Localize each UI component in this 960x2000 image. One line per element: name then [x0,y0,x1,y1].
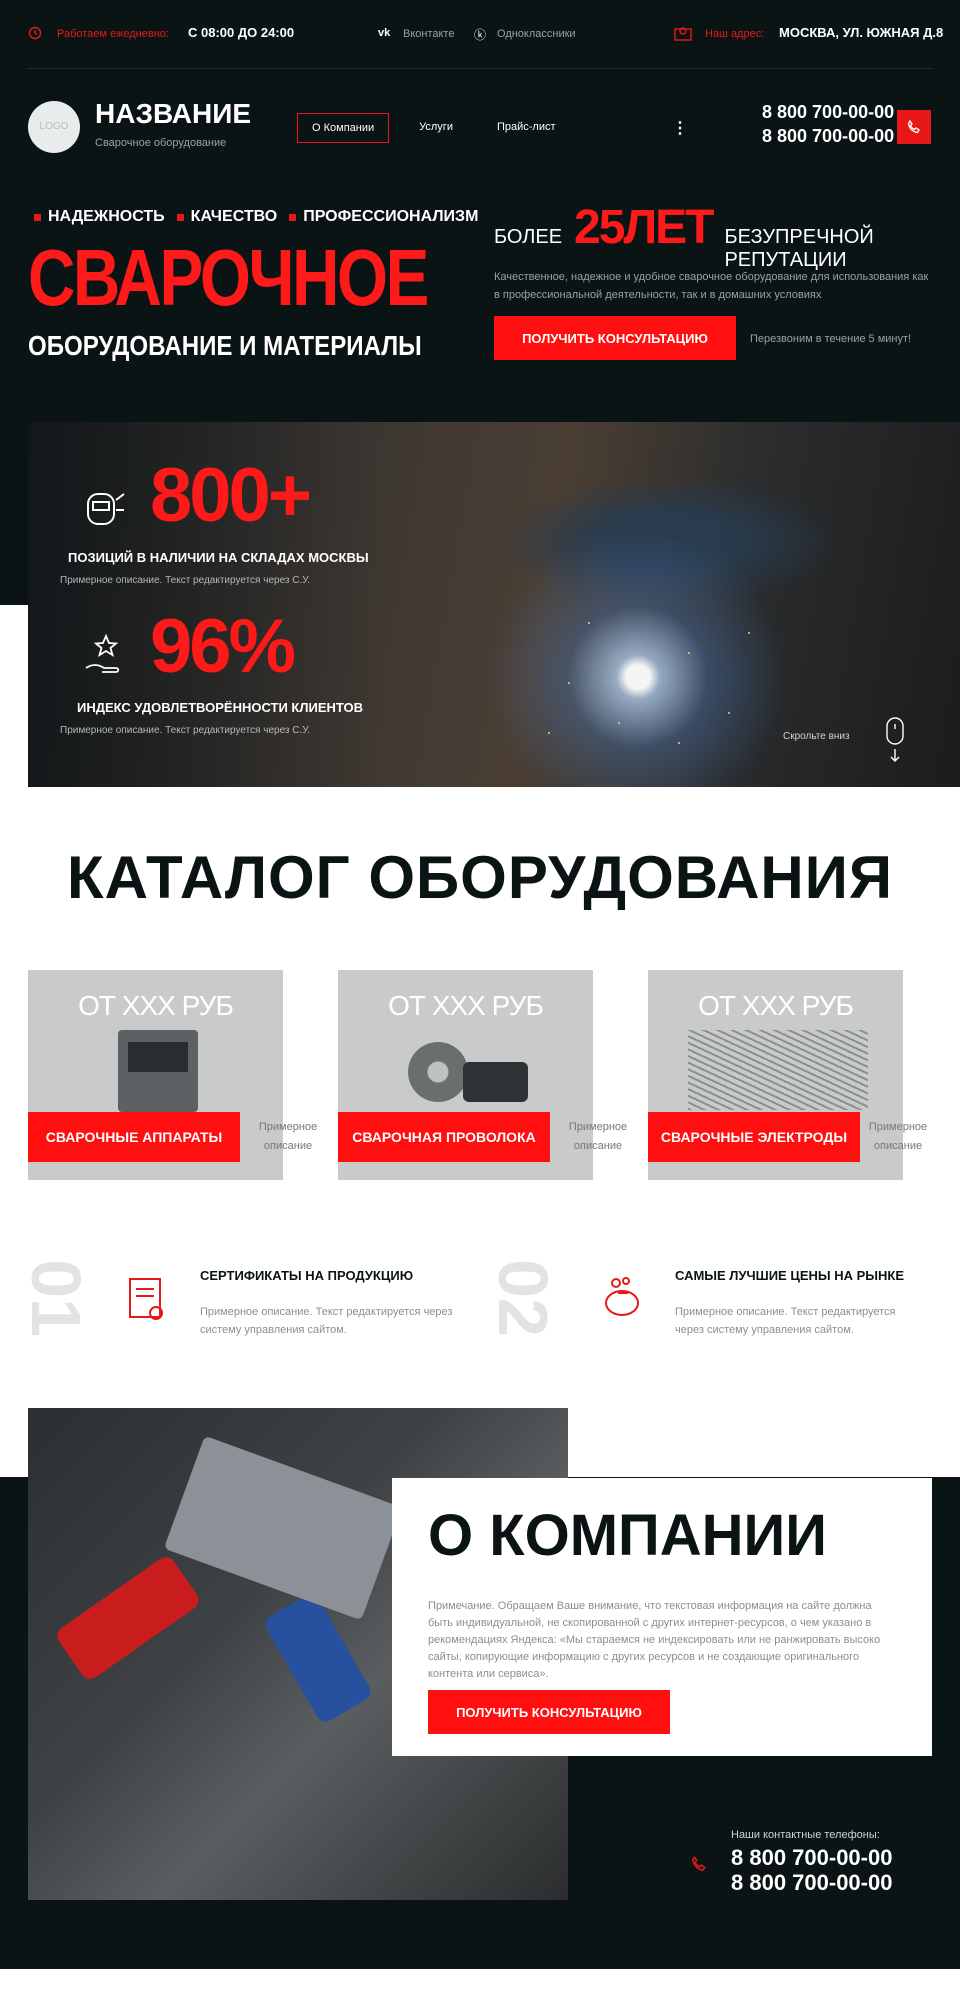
feature-desc: Примерное описание. Текст редактируется … [200,1306,453,1336]
feature-number: 01 [16,1259,95,1337]
stat-desc-satisfaction: Примерное описание. Текст редактируется … [60,725,311,736]
nav-services[interactable]: Услуги [405,113,467,143]
stat-label-satisfaction: ИНДЕКС УДОВЛЕТВОРЁННОСТИ КЛИЕНТОВ [77,700,363,715]
hero-title: СВАРОЧНОЕ [28,233,429,322]
more-menu-icon[interactable]: ⋮ [672,118,688,138]
address-label: Наш адрес: [705,28,765,40]
feature-desc: Примерное описание. Текст редактируется … [675,1306,896,1336]
catalog-card[interactable]: ОТ ХХХ РУБ СВАРОЧНЫЕ АППАРАТЫ Примерное … [28,970,317,1180]
logo[interactable]: LOGO [28,101,80,153]
contacts-label: Наши контактные телефоны: [731,1829,880,1841]
electrodes-image [688,1030,868,1110]
scroll-hint: Скрольте вниз [783,731,850,742]
hero-description: Качественное, надежное и удобное сварочн… [494,271,929,301]
piggy-bank-icon [600,1275,646,1326]
about-consult-button[interactable]: ПОЛУЧИТЬ КОНСУЛЬТАЦИЮ [428,1690,670,1734]
nav-about[interactable]: О Компании [297,113,390,143]
certificate-icon [122,1275,172,1330]
callback-note: Перезвоним в течение 5 минут! [750,333,912,345]
stars-hand-icon [82,632,130,685]
years-value: 25ЛЕТ [574,201,714,254]
header-phone-1[interactable]: 8 800 700-00-00 [762,102,894,123]
stat-value-satisfaction: 96% [150,604,296,689]
header-phone-2[interactable]: 8 800 700-00-00 [762,126,894,147]
stat-label-positions: ПОЗИЦИЙ В НАЛИЧИИ НА СКЛАДАХ МОСКВЫ [68,550,369,565]
feature-title: СЕРТИФИКАТЫ НА ПРОДУКЦИЮ [200,1268,414,1283]
years-suffix: БЕЗУПРЕЧНОЙ РЕПУТАЦИИ [724,226,874,271]
stat-value-positions: 800+ [150,453,312,538]
hero-tags: НАДЕЖНОСТЬ КАЧЕСТВО ПРОФЕССИОНАЛИЗМ [34,208,478,226]
nav-pricelist[interactable]: Прайс-лист [483,113,570,143]
footer-phone-2[interactable]: 8 800 700-00-00 [731,1870,892,1896]
catalog-price: ОТ ХХХ РУБ [698,990,854,1021]
feature-title: САМЫЕ ЛУЧШИЕ ЦЕНЫ НА РЫНКЕ [675,1268,904,1283]
about-title: О КОМПАНИИ [428,1503,827,1568]
ok-link[interactable]: Одноклассники [497,28,576,40]
catalog-price: ОТ ХХХ РУБ [388,990,544,1021]
stat-desc-positions: Примерное описание. Текст редактируется … [60,575,311,586]
about-text: Примечание. Обращаем Ваше внимание, что … [428,1600,881,1680]
call-button[interactable] [897,110,931,144]
hero-subtitle: ОБОРУДОВАНИЕ И МАТЕРИАЛЫ [28,330,422,361]
map-icon [674,25,692,46]
catalog-card[interactable]: ОТ ХХХ РУБ СВАРОЧНЫЕ ЭЛЕКТРОДЫ Примерное… [648,970,927,1180]
catalog-card[interactable]: ОТ ХХХ РУБ СВАРОЧНАЯ ПРОВОЛОКА Примерное… [338,970,627,1180]
welding-mask-icon [82,486,128,537]
hero-consult-button[interactable]: ПОЛУЧИТЬ КОНСУЛЬТАЦИЮ [494,316,736,360]
mouse-icon[interactable] [886,717,904,768]
phone-icon [907,119,920,134]
catalog-label[interactable]: СВАРОЧНЫЕ ЭЛЕКТРОДЫ [648,1112,860,1162]
catalog-desc: Примерное описание [868,1121,928,1152]
catalog-price: ОТ ХХХ РУБ [78,990,234,1021]
catalog-desc: Примерное описание [568,1121,628,1152]
welding-machine-image [118,1030,198,1112]
catalog-desc: Примерное описание [258,1121,318,1152]
main-nav: О Компании Услуги Прайс-лист [297,113,570,143]
clock-icon [28,26,42,45]
about-card: О КОМПАНИИ Примечание. Обращаем Ваше вни… [392,1478,932,1756]
top-divider [28,68,932,69]
work-hours-label: Работаем ежедневно: [57,28,169,40]
ok-icon: ⓚ [474,28,487,42]
footer-phone-1[interactable]: 8 800 700-00-00 [731,1845,892,1871]
catalog-label[interactable]: СВАРОЧНЫЕ АППАРАТЫ [28,1112,240,1162]
reputation-line: БОЛЕЕ 25ЛЕТ БЕЗУПРЕЧНОЙ РЕПУТАЦИИ [494,200,960,272]
hero-tag: ПРОФЕССИОНАЛИЗМ [289,208,478,226]
vk-icon: vk [378,27,391,39]
hero-tag: КАЧЕСТВО [176,208,277,226]
hero-tag: НАДЕЖНОСТЬ [34,208,165,226]
top-bar: Работаем ежедневно: С 08:00 ДО 24:00 vk … [0,0,960,68]
years-prefix: БОЛЕЕ [494,226,563,248]
feature-number: 02 [483,1259,562,1337]
phone-icon [690,1855,708,1878]
wire-spool-image [408,1032,528,1112]
work-hours-value: С 08:00 ДО 24:00 [188,25,295,40]
address-value: МОСКВА, УЛ. ЮЖНАЯ Д.8 [779,25,944,40]
catalog-title: КАТАЛОГ ОБОРУДОВАНИЯ [67,844,893,911]
vk-link[interactable]: Вконтакте [403,28,454,40]
brand-name: НАЗВАНИЕ [95,98,252,129]
brand-subtitle: Сварочное оборудование [95,137,227,149]
catalog-label[interactable]: СВАРОЧНАЯ ПРОВОЛОКА [338,1112,550,1162]
